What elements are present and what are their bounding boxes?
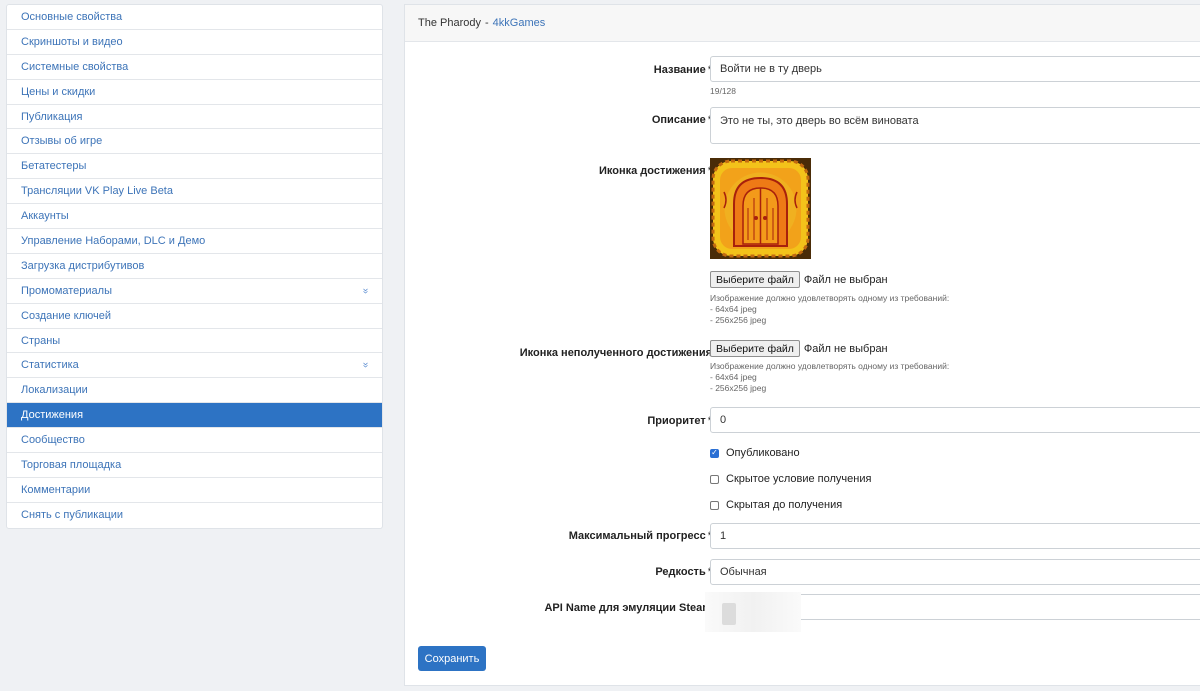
- sidebar-item[interactable]: Основные свойства: [7, 5, 382, 30]
- sidebar-item[interactable]: Страны: [7, 329, 382, 354]
- description-textarea[interactable]: Это не ты, это дверь во всём виновата: [710, 107, 1200, 144]
- sidebar-item[interactable]: Скриншоты и видео: [7, 30, 382, 55]
- max-progress-label: Максимальный прогресс*: [568, 530, 712, 542]
- sidebar-item[interactable]: Цены и скидки: [7, 80, 382, 105]
- sidebar-item-label: Локализации: [21, 384, 88, 397]
- sidebar-item-label: Достижения: [21, 409, 84, 422]
- sidebar-item-label: Промоматериалы: [21, 284, 112, 297]
- sidebar-item-label: Цены и скидки: [21, 85, 96, 98]
- icon-file-hint: Изображение должно удовлетворять одному …: [710, 293, 950, 325]
- redacted-area: [705, 592, 801, 632]
- choose-icon-file-button[interactable]: Выберите файл: [710, 271, 800, 288]
- hidden-until-checkbox[interactable]: [710, 500, 719, 510]
- icon-file-picker: Выберите файл Файл не выбран: [710, 271, 888, 288]
- published-label: Опубликовано: [726, 447, 800, 459]
- rarity-label: Редкость*: [655, 566, 712, 578]
- save-button[interactable]: Сохранить: [418, 646, 486, 671]
- sidebar-item[interactable]: Достижения: [7, 403, 382, 429]
- header-separator: -: [484, 17, 489, 29]
- name-input-value: Войти не в ту дверь: [720, 63, 822, 75]
- priority-input[interactable]: 0: [710, 407, 1200, 433]
- locked-icon-file-picker: Выберите файл Файл не выбран: [710, 340, 888, 357]
- sidebar-item[interactable]: Аккаунты: [7, 204, 382, 230]
- sidebar-item-label: Загрузка дистрибутивов: [21, 259, 145, 272]
- sidebar-item-label: Комментарии: [21, 483, 91, 496]
- sidebar-item-label: Системные свойства: [21, 60, 129, 73]
- redacted-mark: [722, 603, 736, 625]
- sidebar-nav: Основные свойства Скриншоты и видео Систем…: [6, 4, 383, 529]
- sidebar-item-label: Отзывы об игре: [21, 135, 103, 148]
- door-achievement-icon: [710, 158, 811, 259]
- locked-icon-file-hint: Изображение должно удовлетворять одному …: [710, 361, 950, 393]
- sidebar-item-label: Создание ключей: [21, 309, 112, 322]
- choose-locked-icon-file-button[interactable]: Выберите файл: [710, 340, 800, 357]
- sidebar-item[interactable]: Системные свойства: [7, 55, 382, 80]
- sidebar-item[interactable]: Публикация: [7, 105, 382, 130]
- sidebar-item[interactable]: Загрузка дистрибутивов: [7, 254, 382, 279]
- sidebar-item[interactable]: Управление Наборами, DLC и Демо: [7, 229, 382, 254]
- hidden-condition-checkbox[interactable]: [710, 474, 719, 484]
- sidebar-item-label: Скриншоты и видео: [21, 35, 123, 48]
- name-char-counter: 19/128: [710, 86, 736, 96]
- sidebar-item[interactable]: Локализации: [7, 378, 382, 404]
- sidebar-item-label: Основные свойства: [21, 10, 123, 23]
- sidebar-item-label: Бетатестеры: [21, 160, 87, 173]
- sidebar-item-label: Статистика: [21, 359, 79, 372]
- hidden-until-checkbox-row[interactable]: Скрытая до получения: [710, 499, 842, 511]
- developer-link[interactable]: 4kkGames: [493, 17, 546, 29]
- rarity-select[interactable]: Обычная: [710, 559, 1200, 585]
- locked-icon-label: Иконка неполученного достижения: [519, 347, 712, 359]
- hidden-condition-label: Скрытое условие получения: [726, 473, 872, 485]
- chevron-double-down-icon[interactable]: »: [360, 363, 371, 369]
- published-checkbox-row[interactable]: Опубликовано: [710, 447, 800, 459]
- priority-value: 0: [720, 414, 727, 426]
- sidebar-item-label: Снять с публикации: [21, 509, 124, 522]
- sidebar-item[interactable]: Трансляции VK Play Live Beta: [7, 179, 382, 205]
- sidebar-item-label: Управление Наборами, DLC и Демо: [21, 234, 206, 247]
- panel-header: The Pharody - 4kkGames: [405, 5, 1200, 42]
- hidden-condition-checkbox-row[interactable]: Скрытое условие получения: [710, 473, 871, 485]
- sidebar-item-label: Публикация: [21, 110, 83, 123]
- max-progress-value: 1: [720, 530, 727, 542]
- sidebar-item[interactable]: Бетатестеры: [7, 154, 382, 180]
- achievement-form-panel: The Pharody - 4kkGames Название* Войти н…: [404, 4, 1200, 686]
- hidden-until-label: Скрытая до получения: [726, 499, 843, 511]
- name-label: Название*: [653, 64, 712, 76]
- name-input[interactable]: Войти не в ту дверь: [710, 56, 1200, 82]
- sidebar-item[interactable]: Промоматериалы »: [7, 279, 382, 304]
- chevron-double-down-icon[interactable]: »: [360, 288, 371, 294]
- sidebar-item[interactable]: Торговая площадка: [7, 453, 382, 478]
- sidebar-item[interactable]: Сообщество: [7, 428, 382, 454]
- sidebar-item[interactable]: Отзывы об игре: [7, 129, 382, 155]
- sidebar-item-label: Трансляции VK Play Live Beta: [21, 185, 173, 198]
- sidebar-item[interactable]: Создание ключей: [7, 304, 382, 329]
- sidebar-item-label: Торговая площадка: [21, 458, 122, 471]
- priority-label: Приоритет*: [647, 415, 712, 427]
- description-label: Описание*: [651, 114, 712, 126]
- sidebar-item-label: Страны: [21, 334, 61, 347]
- icon-file-status: Файл не выбран: [803, 273, 888, 286]
- sidebar-item-label: Сообщество: [21, 434, 85, 447]
- game-title: The Pharody: [418, 17, 481, 29]
- sidebar-item[interactable]: Снять с публикации: [7, 503, 382, 528]
- max-progress-input[interactable]: 1: [710, 523, 1200, 549]
- sidebar-item-label: Аккаунты: [21, 210, 69, 223]
- sidebar-item[interactable]: Статистика »: [7, 353, 382, 379]
- api-name-label: API Name для эмуляции Steam: [544, 602, 712, 614]
- locked-icon-file-status: Файл не выбран: [803, 342, 888, 355]
- sidebar-item[interactable]: Комментарии: [7, 478, 382, 503]
- icon-label: Иконка достижения *: [598, 165, 712, 177]
- description-value: Это не ты, это дверь во всём виновата: [720, 115, 919, 127]
- published-checkbox[interactable]: [710, 448, 719, 458]
- rarity-value: Обычная: [720, 566, 767, 578]
